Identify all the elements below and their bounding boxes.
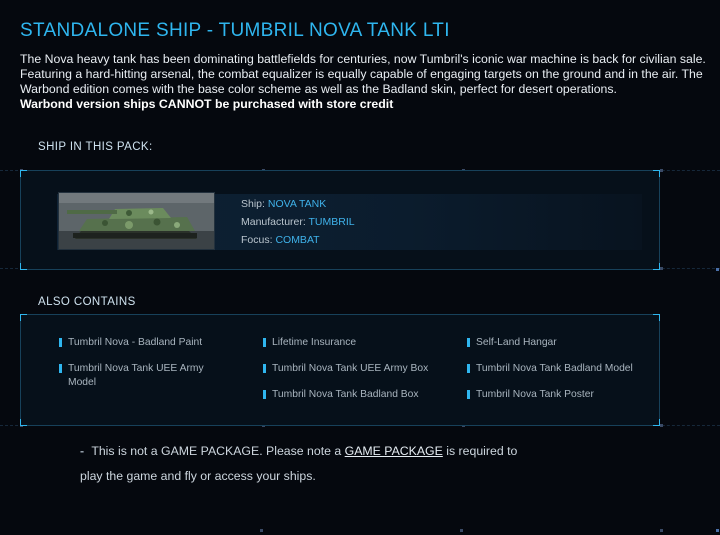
contains-item-label: Tumbril Nova Tank Badland Box: [272, 389, 419, 400]
grid-dot: [660, 529, 663, 532]
game-package-note: - This is not a GAME PACKAGE. Please not…: [80, 439, 520, 489]
panel-corner: [20, 263, 27, 270]
ship-name-row: Ship: NOVA TANK: [241, 195, 355, 213]
contains-item-label: Tumbril Nova Tank Poster: [476, 389, 594, 400]
focus-value: COMBAT: [275, 234, 320, 246]
grid-dot: [660, 267, 663, 270]
page-title: STANDALONE SHIP - TUMBRIL NOVA TANK LTI: [20, 20, 450, 41]
bullet-icon: [467, 338, 470, 347]
ship-label: Ship:: [241, 198, 265, 210]
bullet-icon: [467, 364, 470, 373]
pack-description: The Nova heavy tank has been dominating …: [20, 52, 710, 112]
panel-corner: [20, 419, 27, 426]
bullet-icon: [263, 390, 266, 399]
contains-item-label: Self-Land Hangar: [476, 337, 557, 348]
ship-section-label: SHIP IN THIS PACK:: [38, 141, 153, 153]
manufacturer-value[interactable]: TUMBRIL: [309, 216, 355, 228]
panel-corner: [20, 314, 27, 321]
game-package-link[interactable]: GAME PACKAGE: [345, 444, 443, 458]
panel-corner: [653, 314, 660, 321]
bullet-icon: [263, 364, 266, 373]
bullet-icon: [263, 338, 266, 347]
grid-dot: [660, 424, 663, 427]
manufacturer-label: Manufacturer:: [241, 216, 306, 228]
grid-dot: [460, 529, 463, 532]
warbond-warning: Warbond version ships CANNOT be purchase…: [20, 97, 394, 111]
contains-item: Tumbril Nova Tank Poster: [467, 388, 656, 402]
manufacturer-row: Manufacturer: TUMBRIL: [241, 213, 355, 231]
grid-dot: [716, 268, 719, 271]
description-text: The Nova heavy tank has been dominating …: [20, 52, 706, 96]
contains-panel: Tumbril Nova - Badland Paint Lifetime In…: [20, 314, 660, 426]
contains-item: Lifetime Insurance: [263, 336, 442, 350]
ship-panel: Ship: NOVA TANK Manufacturer: TUMBRIL Fo…: [20, 170, 660, 270]
contains-item-label: Tumbril Nova Tank UEE Army Model: [68, 363, 204, 388]
contains-item-label: Tumbril Nova - Badland Paint: [68, 337, 203, 348]
panel-corner: [653, 170, 660, 177]
panel-corner: [653, 263, 660, 270]
contains-item: Tumbril Nova Tank Badland Box: [263, 388, 452, 402]
note-text-before: This is not a GAME PACKAGE. Please note …: [91, 444, 345, 458]
contains-item: Self-Land Hangar: [467, 336, 646, 350]
grid-dot: [716, 529, 719, 532]
tank-image-icon: [59, 193, 214, 249]
panel-corner: [20, 170, 27, 177]
bullet-icon: [467, 390, 470, 399]
contains-item-label: Tumbril Nova Tank UEE Army Box: [272, 363, 429, 374]
ship-thumbnail-image[interactable]: [58, 192, 215, 250]
grid-dot: [260, 529, 263, 532]
contains-item-label: Tumbril Nova Tank Badland Model: [476, 363, 633, 374]
contains-item: Tumbril Nova - Badland Paint: [59, 336, 228, 350]
bullet-icon: [59, 364, 62, 373]
contains-item: Tumbril Nova Tank UEE Army Box: [263, 362, 452, 376]
contains-item: Tumbril Nova Tank UEE Army Model: [59, 362, 218, 390]
ship-name-value[interactable]: NOVA TANK: [268, 198, 326, 210]
focus-label: Focus:: [241, 234, 273, 246]
focus-row: Focus: COMBAT: [241, 231, 355, 249]
note-dash: -: [80, 444, 85, 458]
grid-dot: [660, 169, 663, 172]
panel-corner: [653, 419, 660, 426]
contains-item-label: Lifetime Insurance: [272, 337, 357, 348]
contains-section-label: ALSO CONTAINS: [38, 296, 136, 308]
contains-item: Tumbril Nova Tank Badland Model: [467, 362, 656, 376]
ship-info: Ship: NOVA TANK Manufacturer: TUMBRIL Fo…: [241, 195, 355, 249]
bullet-icon: [59, 338, 62, 347]
